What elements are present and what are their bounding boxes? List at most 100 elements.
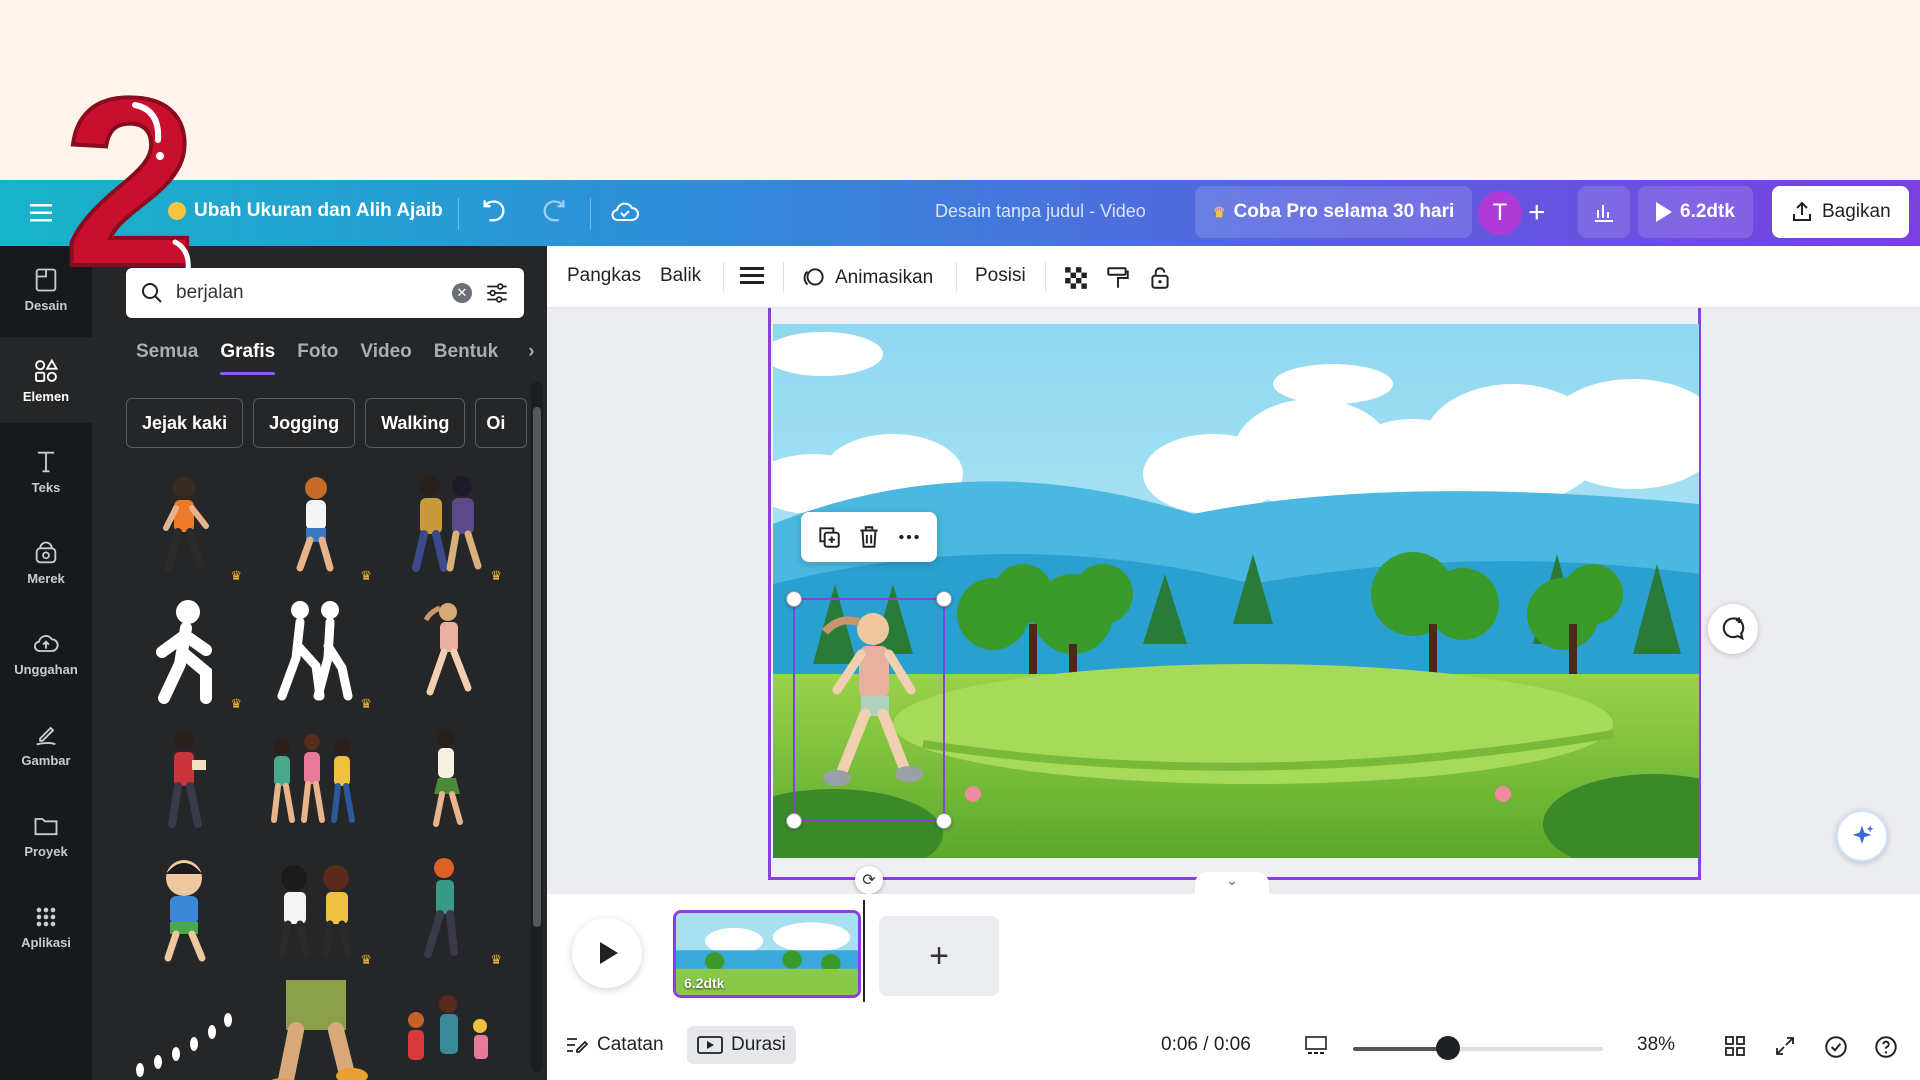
redo-icon[interactable] [540, 198, 568, 226]
chip-jogging[interactable]: Jogging [253, 398, 356, 448]
position-button[interactable]: Posisi [975, 265, 1026, 287]
tab-videos[interactable]: Video [360, 341, 411, 363]
resize-handle-bottom-left[interactable] [786, 813, 802, 829]
animate-label: Animasikan [835, 267, 934, 288]
step-number-badge: 2 [40, 46, 220, 318]
grid-view-icon[interactable] [1723, 1034, 1747, 1058]
graphic-walking-group[interactable] [256, 724, 378, 846]
rail-item-uploads[interactable]: Unggahan [0, 610, 92, 696]
duplicate-icon[interactable] [816, 524, 842, 550]
undo-icon[interactable] [480, 198, 508, 226]
graphic-walking-boy-orange[interactable]: ♛ [126, 468, 248, 590]
duration-label: Durasi [731, 1034, 786, 1055]
rail-item-elements[interactable]: Elemen [0, 337, 92, 423]
premium-crown-icon: ♛ [360, 952, 372, 967]
share-button[interactable]: Bagikan [1772, 186, 1909, 238]
playhead[interactable] [863, 900, 865, 1002]
clear-search-icon[interactable]: ✕ [452, 283, 472, 303]
panel-scrollbar[interactable] [531, 382, 543, 1072]
resize-handle-bottom-right[interactable] [936, 813, 952, 829]
check-circle-icon[interactable] [1823, 1034, 1849, 1060]
animate-button[interactable]: Animasikan [801, 265, 933, 291]
zoom-slider-handle[interactable] [1436, 1036, 1460, 1060]
graphic-walking-man-reading[interactable] [126, 724, 248, 846]
crop-button[interactable]: Pangkas [567, 265, 641, 287]
rail-item-text[interactable]: Teks [0, 428, 92, 514]
rail-item-draw[interactable]: Gambar [0, 701, 92, 787]
try-pro-button[interactable]: ♛ Coba Pro selama 30 hari [1195, 186, 1473, 238]
add-collaborator-icon[interactable]: + [1528, 196, 1546, 230]
graphic-boy-blue-shirt[interactable] [126, 852, 248, 974]
elements-panel: ✕ Semua Grafis Foto Video Bentuk › Jejak… [92, 246, 547, 1080]
toolbar-divider [956, 262, 957, 292]
chevron-down-icon[interactable]: ⌄ [1195, 872, 1269, 894]
rail-item-projects[interactable]: Proyek [0, 792, 92, 878]
rail-item-brand[interactable]: Merek [0, 519, 92, 605]
rail-label: Gambar [21, 752, 71, 768]
graphic-walking-couple[interactable]: ♛ [386, 468, 508, 590]
graphic-footprints-trail[interactable] [126, 980, 248, 1080]
rail-label: Merek [27, 570, 65, 586]
magic-resize-label: Ubah Ukuran dan Alih Ajaib [194, 200, 443, 221]
zoom-slider[interactable] [1353, 1047, 1603, 1051]
duration-button[interactable]: Durasi [687, 1026, 796, 1064]
insights-chart-icon[interactable] [1578, 186, 1630, 238]
premium-crown-icon: ♛ [230, 696, 242, 711]
toolbar-divider [590, 198, 591, 230]
rail-label: Proyek [24, 843, 68, 859]
timeline-play-button[interactable] [572, 918, 642, 988]
resize-handle-top-left[interactable] [786, 591, 802, 607]
left-navigation-rail: Desain Elemen Teks Merek Unggahan Gambar… [0, 246, 92, 1080]
align-lines-icon[interactable] [740, 265, 764, 287]
scrollbar-thumb[interactable] [533, 407, 541, 927]
transparency-icon[interactable] [1063, 265, 1089, 291]
graphic-walking-boy-backpack[interactable]: ♛ [256, 468, 378, 590]
graphic-walking-pair-silhouette[interactable]: ♛ [256, 596, 378, 718]
notes-icon [567, 1038, 589, 1053]
graphic-walking-redhead[interactable]: ♛ [386, 852, 508, 974]
resize-handle-top-right[interactable] [936, 591, 952, 607]
zoom-percentage[interactable]: 38% [1637, 1034, 1675, 1056]
chip-walking[interactable]: Walking [365, 398, 466, 448]
graphic-walking-girl-ponytail[interactable] [386, 596, 508, 718]
more-options-icon[interactable] [896, 524, 922, 550]
share-label: Bagikan [1822, 201, 1891, 222]
page-view-icon[interactable] [1303, 1034, 1329, 1058]
tab-all[interactable]: Semua [136, 341, 198, 363]
rail-item-apps[interactable]: Aplikasi [0, 883, 92, 969]
chevron-right-icon[interactable]: › [528, 341, 534, 363]
flip-button[interactable]: Balik [660, 265, 701, 287]
clip-duration-label: 6.2dtk [684, 975, 725, 991]
paint-roller-icon[interactable] [1105, 265, 1131, 291]
graphic-walking-woman-green[interactable] [386, 724, 508, 846]
graphic-walking-pictogram[interactable]: ♛ [126, 596, 248, 718]
rail-label: Elemen [22, 388, 70, 404]
lock-icon[interactable] [1147, 265, 1173, 291]
tab-photos[interactable]: Foto [297, 341, 338, 363]
graphic-kids-with-backpacks[interactable]: ♛ [256, 852, 378, 974]
graphic-walking-legs-sneakers[interactable] [256, 980, 378, 1080]
present-play-button[interactable]: 6.2dtk [1638, 186, 1753, 238]
premium-crown-icon: ♛ [490, 568, 502, 583]
rotate-icon[interactable]: ⟳ [855, 866, 883, 894]
selection-bounding-box[interactable] [786, 591, 952, 829]
add-comment-icon[interactable] [1708, 604, 1758, 654]
play-icon [600, 942, 618, 964]
graphic-family-walking[interactable] [386, 980, 508, 1080]
tab-graphics[interactable]: Grafis [220, 341, 275, 375]
timeline-clip[interactable]: 6.2dtk [673, 910, 861, 998]
help-icon[interactable] [1873, 1034, 1899, 1060]
add-page-button[interactable]: + [879, 916, 999, 996]
notes-button[interactable]: Catatan [565, 1034, 664, 1056]
user-avatar[interactable]: T [1478, 191, 1522, 235]
document-title[interactable]: Desain tanpa judul - Video [935, 201, 1146, 222]
chip-more[interactable]: Oi [475, 398, 528, 448]
magic-sparkle-icon[interactable] [1836, 810, 1888, 862]
cloud-saved-icon[interactable] [610, 198, 640, 226]
tab-shapes[interactable]: Bentuk [434, 341, 498, 363]
trash-icon[interactable] [856, 524, 882, 550]
filter-sliders-icon[interactable] [484, 280, 510, 306]
chip-footprints[interactable]: Jejak kaki [126, 398, 244, 448]
fullscreen-icon[interactable] [1773, 1034, 1797, 1058]
try-pro-label: Coba Pro selama 30 hari [1233, 201, 1455, 222]
